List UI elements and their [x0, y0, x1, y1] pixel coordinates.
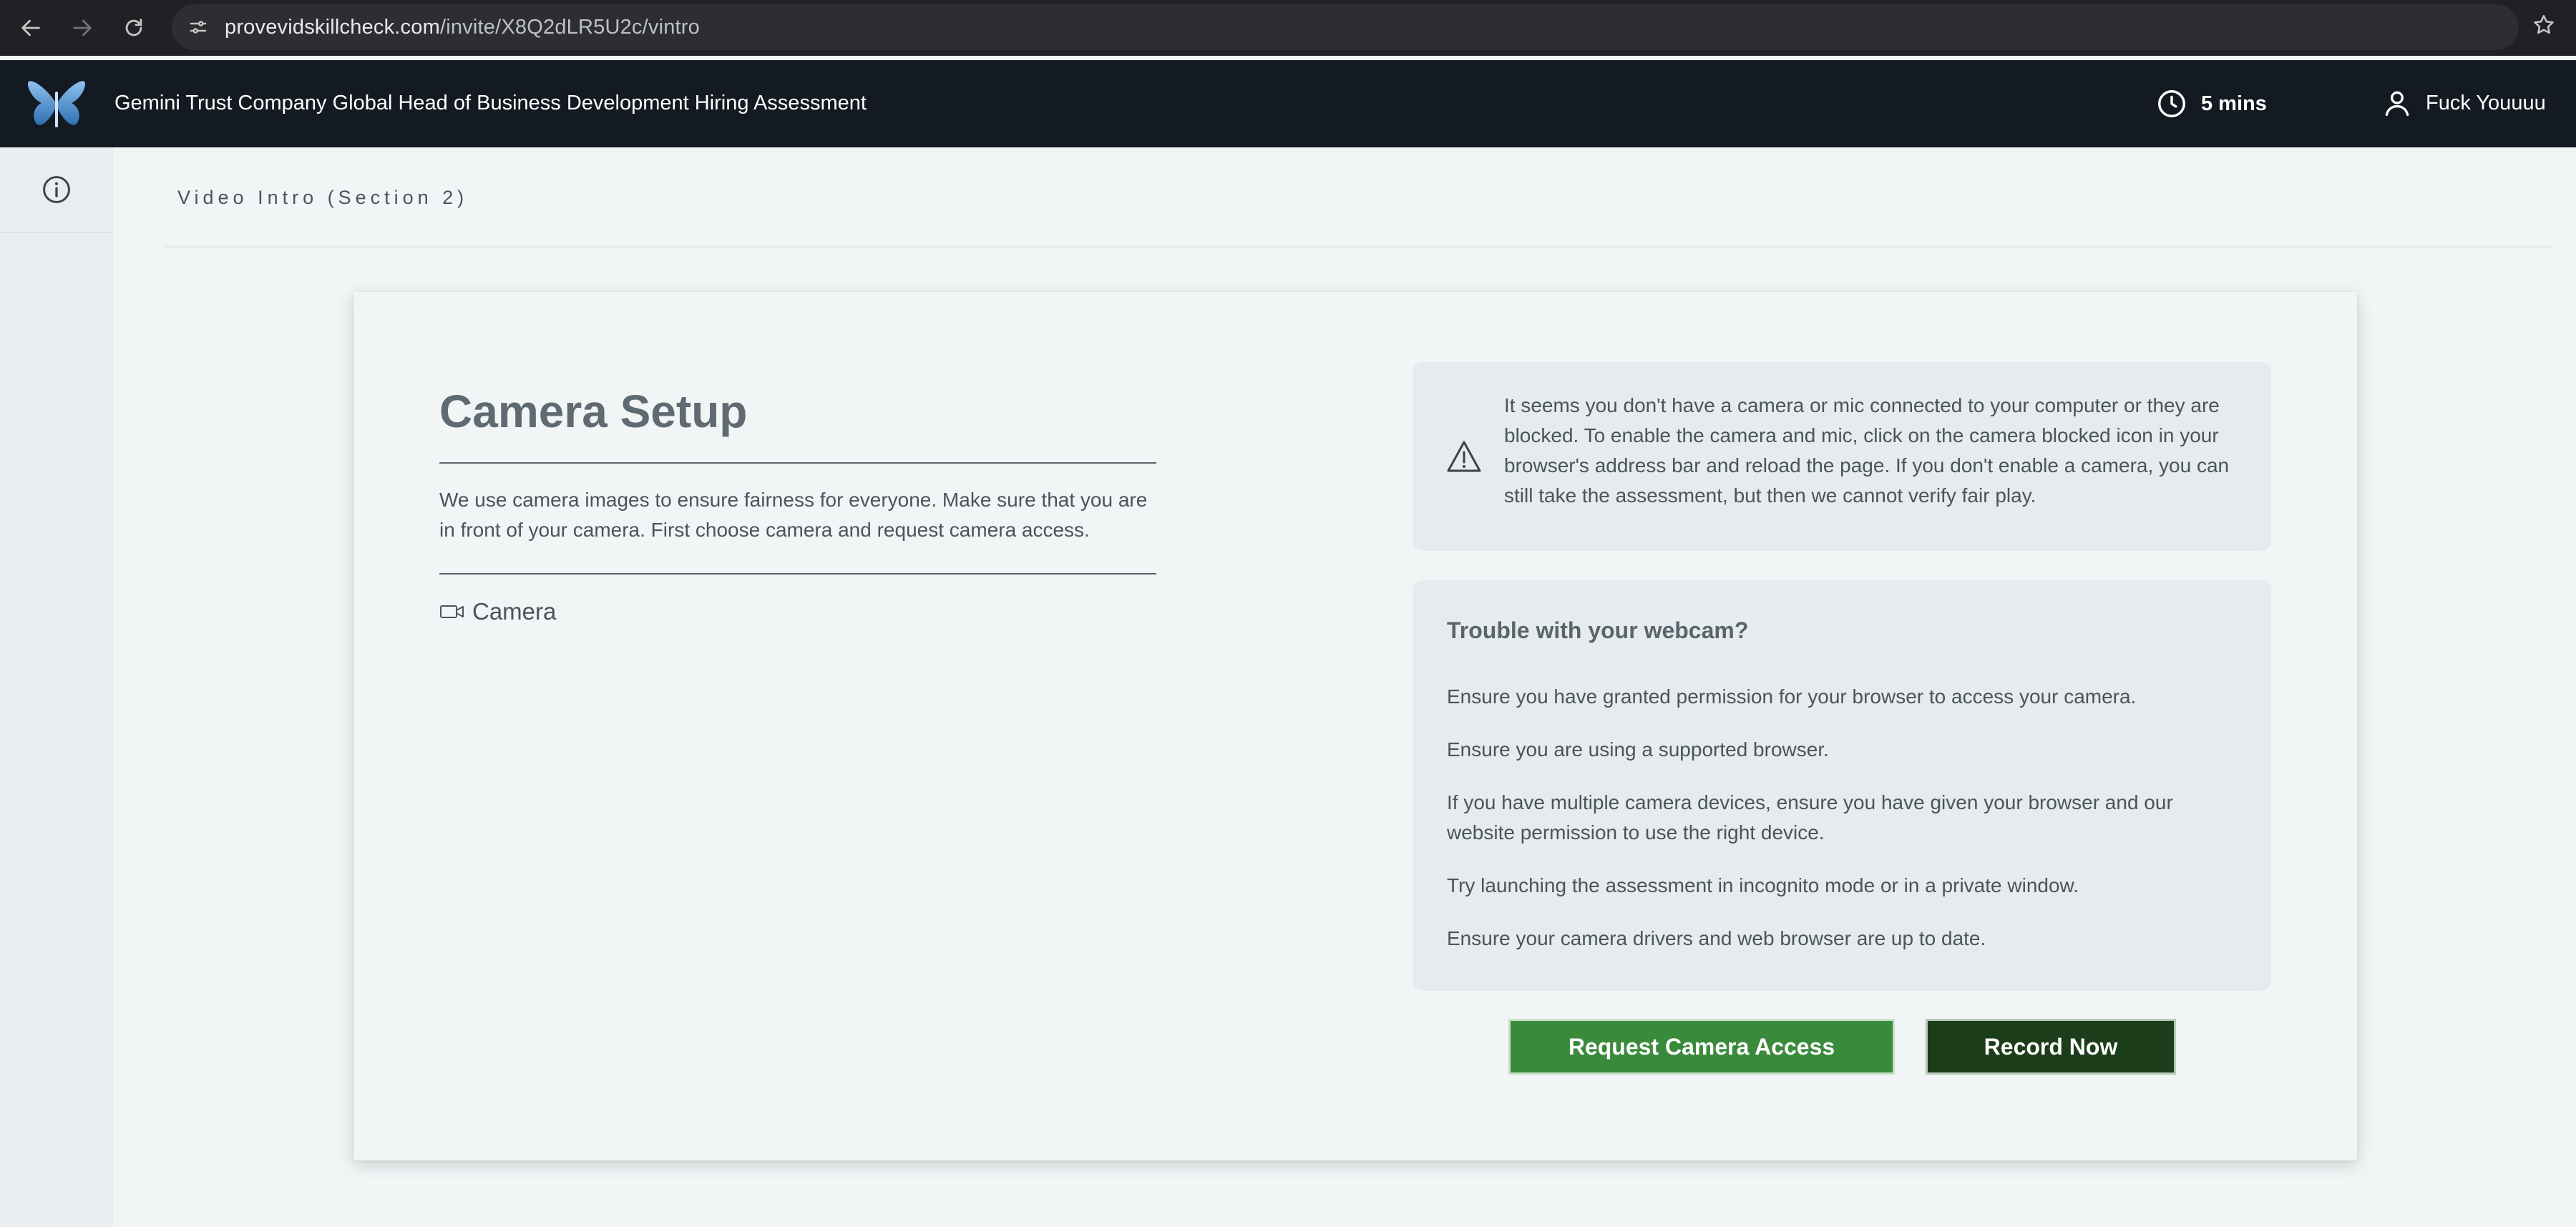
troubleshooting-item: Ensure you are using a supported browser… — [1447, 738, 1829, 761]
clock-icon — [2158, 90, 2185, 117]
section-divider — [165, 246, 2552, 248]
user-icon — [2385, 91, 2409, 117]
camera-warning: It seems you don't have a camera or mic … — [1413, 362, 2271, 551]
divider — [439, 462, 1156, 464]
user-name: Fuck Youuuu — [2426, 91, 2546, 114]
arrow-left-icon — [21, 19, 40, 36]
assessment-title: Gemini Trust Company Global Head of Busi… — [114, 92, 867, 114]
divider — [439, 573, 1156, 575]
browser-toolbar: provevidskillcheck.com/invite/X8Q2dLR5U2… — [0, 0, 2576, 56]
url-text[interactable]: provevidskillcheck.com/invite/X8Q2dLR5U2… — [225, 16, 700, 39]
warning-triangle-icon — [1447, 441, 1481, 472]
reload-icon — [125, 19, 142, 36]
bookmark-button[interactable] — [2526, 7, 2562, 43]
troubleshooting-panel: Trouble with your webcam? Ensure you hav… — [1413, 580, 2271, 991]
section-title: Video Intro (Section 2) — [177, 187, 469, 208]
url-path: /invite/X8Q2dLR5U2c/vintro — [439, 15, 700, 39]
setup-title: Camera Setup — [439, 386, 748, 437]
timer: 5 mins — [2155, 87, 2267, 120]
tune-icon — [190, 21, 207, 34]
info-button[interactable] — [0, 147, 113, 233]
troubleshooting-item: Try launching the assessment in incognit… — [1447, 874, 2079, 896]
troubleshooting-list: Ensure you have granted permission for y… — [1447, 682, 2241, 977]
troubleshooting-title: Trouble with your webcam? — [1447, 617, 1749, 643]
arrow-right-icon — [73, 19, 92, 36]
warning-text: It seems you don't have a camera or mic … — [1504, 394, 2230, 507]
timer-text: 5 mins — [2201, 92, 2267, 115]
camera-selector[interactable]: Camera — [439, 598, 556, 625]
url-host: provevidskillcheck.com — [225, 15, 440, 39]
star-icon — [2534, 14, 2554, 34]
troubleshooting-item: Ensure your camera drivers and web brows… — [1447, 927, 1986, 949]
info-icon — [43, 176, 70, 203]
site-info-button[interactable] — [182, 11, 215, 44]
user-menu[interactable]: Fuck Youuuu — [2381, 87, 2546, 119]
forward-button[interactable] — [62, 7, 103, 49]
request-camera-access-button[interactable]: Request Camera Access — [1508, 1019, 1895, 1075]
record-now-button[interactable]: Record Now — [1926, 1019, 2176, 1075]
troubleshooting-item: Ensure you have granted permission for y… — [1447, 685, 2137, 708]
setup-description: We use camera images to ensure fairness … — [439, 489, 1148, 541]
left-rail — [0, 147, 113, 1227]
app-header: Gemini Trust Company Global Head of Busi… — [0, 60, 2576, 147]
back-button[interactable] — [10, 7, 52, 49]
reload-button[interactable] — [113, 7, 155, 49]
camera-label: Camera — [472, 598, 557, 625]
camera-setup-card: Camera Setup We use camera images to ens… — [353, 292, 2357, 1160]
troubleshooting-item: If you have multiple camera devices, ens… — [1447, 791, 2173, 844]
address-bar[interactable]: provevidskillcheck.com/invite/X8Q2dLR5U2… — [172, 4, 2519, 50]
butterfly-logo — [27, 81, 86, 127]
video-camera-icon — [440, 605, 464, 618]
